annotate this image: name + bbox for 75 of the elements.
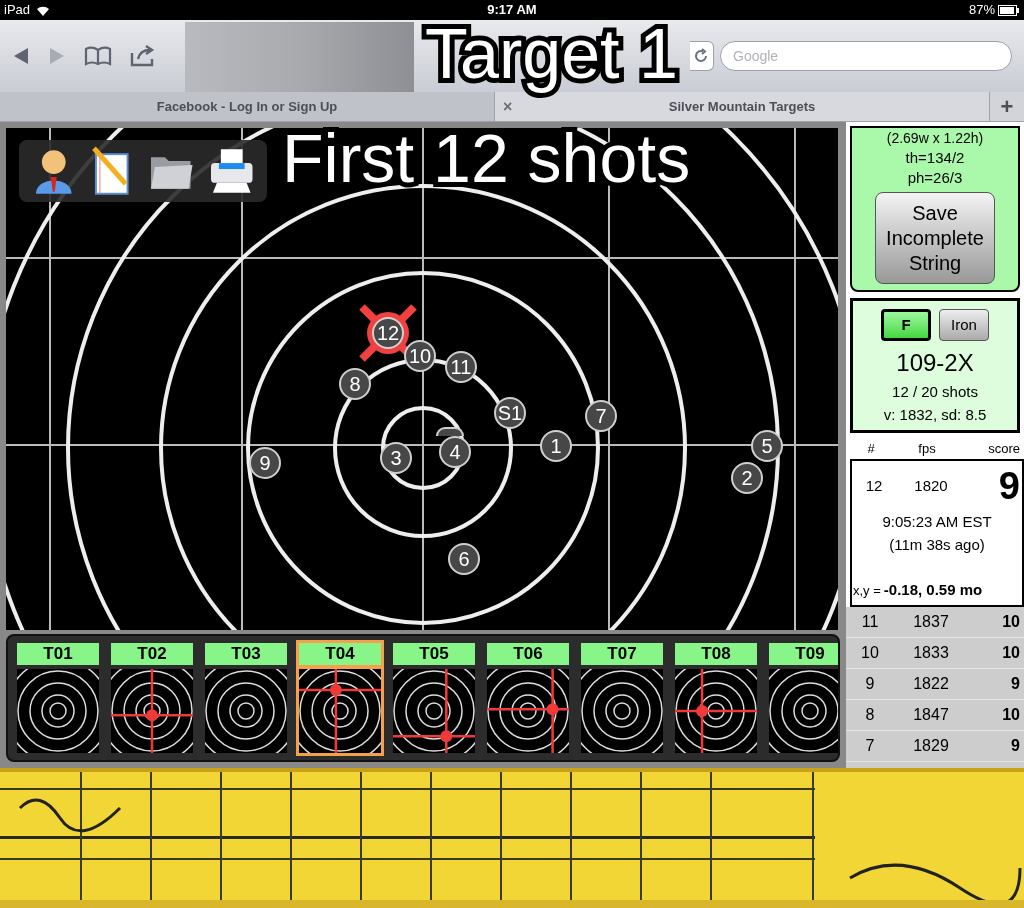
shot-count: 12 / 20 shots [892, 382, 978, 402]
share-icon[interactable] [130, 45, 156, 67]
shot-row[interactable]: 7 1829 9 [846, 731, 1024, 762]
shot-number: 12 [864, 475, 884, 496]
back-icon[interactable] [12, 46, 30, 66]
tab-title: Facebook - Log In or Sign Up [156, 97, 338, 116]
save-incomplete-string-button[interactable]: Save Incomplete String [875, 192, 995, 284]
size-text: (2.69w x 1.22h) [886, 129, 984, 148]
row-score: 10 [1001, 705, 1021, 725]
row-number: 10 [860, 643, 880, 663]
row-number: 9 [864, 674, 876, 694]
search-field[interactable]: Google [720, 41, 1012, 71]
new-tab-button[interactable]: + [990, 92, 1024, 121]
row-score: 10 [1001, 643, 1021, 663]
address-field[interactable] [690, 41, 714, 71]
shot-row[interactable]: 10 1833 10 [846, 638, 1024, 669]
target-thumbnail[interactable]: T02 [108, 640, 196, 756]
target-thumbnail[interactable]: T08 [672, 640, 760, 756]
row-fps: 1822 [912, 674, 950, 694]
thumbnail-label: T07 [581, 643, 663, 665]
sight-button[interactable]: Iron [939, 309, 989, 341]
target-thumbnail[interactable]: T09 [766, 640, 838, 756]
browser-tab[interactable]: Facebook - Log In or Sign Up [0, 92, 495, 121]
tab-title: Silver Mountain Targets [668, 97, 816, 116]
th-text: th=134/2 [905, 148, 965, 168]
thumbnail-label: T09 [769, 643, 838, 665]
shot-age: (11m 38s ago) [888, 534, 986, 555]
xy-label: x,y = [853, 581, 881, 600]
row-number: 11 [860, 612, 880, 632]
shot-fps: 1820 [913, 475, 949, 496]
total-score: 109-2X [896, 348, 974, 378]
shot-marker[interactable] [436, 427, 464, 436]
row-fps: 1847 [912, 705, 950, 725]
column-header: # [866, 440, 876, 459]
thumbnail-label: T06 [487, 643, 569, 665]
battery-icon [998, 4, 1020, 16]
sight-button[interactable]: F [881, 309, 931, 341]
xy-value: -0.18, 0.59 mo [883, 579, 983, 600]
shot-row[interactable]: 8 1847 10 [846, 700, 1024, 731]
column-header: fps [917, 440, 937, 459]
browser-tab[interactable]: × Silver Mountain Targets [495, 92, 990, 121]
ph-text: ph=26/3 [907, 168, 963, 188]
target-thumbnail[interactable]: T04 [296, 640, 384, 756]
close-tab-button[interactable]: × [503, 94, 513, 119]
row-score: 9 [1010, 674, 1021, 694]
thumbnail-label: T05 [393, 643, 475, 665]
column-header: score [987, 440, 1020, 459]
wifi-icon [35, 4, 52, 16]
target-thumbnail[interactable]: T06 [484, 640, 572, 756]
shot-time: 9:05:23 AM EST [881, 512, 993, 532]
target-thumbnail[interactable]: T05 [390, 640, 478, 756]
velocity-stats: v: 1832, sd: 8.5 [883, 404, 987, 425]
reload-icon[interactable] [693, 48, 709, 64]
shot-score: 9 [997, 463, 1021, 509]
target-thumbnail[interactable]: T07 [578, 640, 666, 756]
bookmarks-icon[interactable] [84, 46, 112, 66]
thumbnail-label: T01 [17, 643, 99, 665]
thumbnail-label: T04 [299, 643, 381, 665]
shot-row[interactable]: 9 1822 9 [846, 669, 1024, 700]
row-fps: 1833 [912, 643, 950, 663]
battery-percent: 87% [968, 1, 995, 20]
row-number: 8 [864, 705, 876, 725]
target-thumbnail[interactable]: T01 [14, 640, 102, 756]
device-name: iPad [4, 1, 31, 20]
row-number: 7 [864, 736, 876, 756]
thumbnail-label: T02 [111, 643, 193, 665]
shot-row[interactable]: 11 1837 10 [846, 607, 1024, 638]
row-score: 10 [1001, 612, 1021, 632]
row-score: 9 [1010, 736, 1021, 756]
thumbnail-label: T03 [205, 643, 287, 665]
target-thumbnail[interactable]: T03 [202, 640, 290, 756]
row-fps: 1829 [912, 736, 950, 756]
thumbnail-label: T08 [675, 643, 757, 665]
row-fps: 1837 [912, 612, 950, 632]
printer-icon[interactable] [208, 147, 254, 195]
